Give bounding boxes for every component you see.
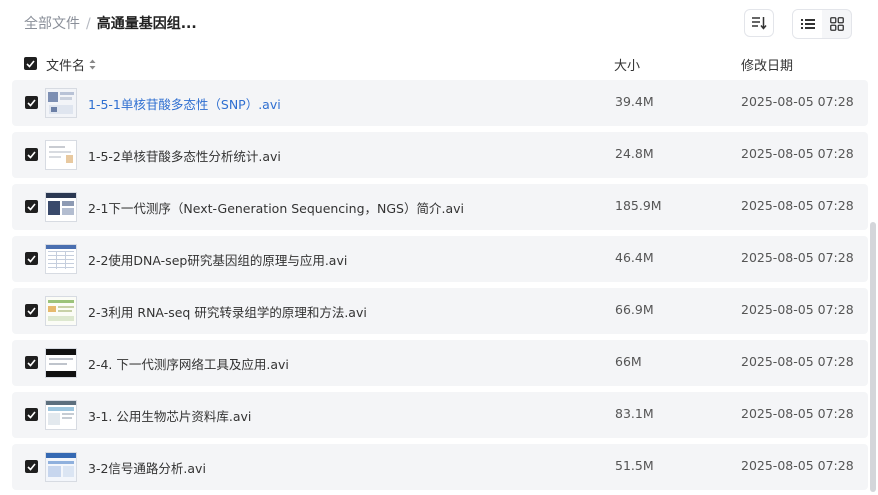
header-bar: 全部文件 / 高通量基因组...: [0, 0, 878, 48]
file-modified-date: 2025-08-05 07:28: [741, 146, 854, 161]
file-modified-date: 2025-08-05 07:28: [741, 250, 854, 265]
video-thumbnail[interactable]: [45, 244, 77, 274]
row-checkbox[interactable]: [25, 96, 38, 109]
file-row[interactable]: 3-2信号通路分析.avi 51.5M 2025-08-05 07:28: [12, 444, 868, 490]
file-row[interactable]: 1-5-1单核苷酸多态性（SNP）.avi 39.4M 2025-08-05 0…: [12, 80, 868, 126]
file-row[interactable]: 2-2使用DNA-sep研究基因组的原理与应用.avi 46.4M 2025-0…: [12, 236, 868, 282]
file-name[interactable]: 3-2信号通路分析.avi: [88, 458, 206, 477]
check-icon: [27, 202, 36, 211]
thumbnail-image: [46, 141, 76, 169]
check-icon: [27, 98, 36, 107]
thumbnail-image: [46, 193, 76, 221]
file-size: 24.8M: [615, 146, 654, 161]
list-view-button[interactable]: [793, 10, 822, 38]
file-size: 66.9M: [615, 302, 654, 317]
column-size-header[interactable]: 大小: [614, 55, 640, 74]
select-all-checkbox[interactable]: [24, 57, 37, 70]
thumbnail-image: [46, 401, 76, 429]
file-modified-date: 2025-08-05 07:28: [741, 302, 854, 317]
file-name[interactable]: 2-4. 下一代测序网络工具及应用.avi: [88, 354, 289, 373]
thumbnail-image: [46, 245, 76, 273]
check-icon: [27, 150, 36, 159]
thumbnail-image: [46, 89, 76, 117]
file-size: 39.4M: [615, 94, 654, 109]
file-size: 185.9M: [615, 198, 662, 213]
scrollbar-thumb[interactable]: [870, 222, 876, 492]
sort-list-icon: [752, 17, 767, 30]
check-icon: [27, 358, 36, 367]
column-header: 文件名 大小 修改日期: [0, 52, 878, 76]
file-size: 46.4M: [615, 250, 654, 265]
file-modified-date: 2025-08-05 07:28: [741, 354, 854, 369]
breadcrumb-current: 高通量基因组...: [96, 16, 197, 32]
row-checkbox[interactable]: [25, 356, 38, 369]
file-name[interactable]: 1-5-1单核苷酸多态性（SNP）.avi: [88, 94, 281, 113]
video-thumbnail[interactable]: [45, 140, 77, 170]
column-name-label: 文件名: [46, 59, 86, 74]
grid-view-button[interactable]: [822, 10, 851, 38]
video-thumbnail[interactable]: [45, 88, 77, 118]
list-view-icon: [800, 19, 815, 29]
thumbnail-image: [46, 349, 76, 377]
row-checkbox[interactable]: [25, 460, 38, 473]
check-icon: [26, 59, 35, 68]
sort-button[interactable]: [744, 9, 774, 37]
file-size: 83.1M: [615, 406, 654, 421]
file-row[interactable]: 2-4. 下一代测序网络工具及应用.avi 66M 2025-08-05 07:…: [12, 340, 868, 386]
file-name[interactable]: 1-5-2单核苷酸多态性分析统计.avi: [88, 146, 281, 165]
file-modified-date: 2025-08-05 07:28: [741, 406, 854, 421]
breadcrumb-root[interactable]: 全部文件: [24, 14, 80, 34]
file-name[interactable]: 2-2使用DNA-sep研究基因组的原理与应用.avi: [88, 250, 347, 269]
video-thumbnail[interactable]: [45, 192, 77, 222]
row-checkbox[interactable]: [25, 408, 38, 421]
file-row[interactable]: 3-1. 公用生物芯片资料库.avi 83.1M 2025-08-05 07:2…: [12, 392, 868, 438]
file-row[interactable]: 1-5-2单核苷酸多态性分析统计.avi 24.8M 2025-08-05 07…: [12, 132, 868, 178]
file-modified-date: 2025-08-05 07:28: [741, 458, 854, 473]
check-icon: [27, 306, 36, 315]
row-checkbox[interactable]: [25, 148, 38, 161]
file-list: 1-5-1单核苷酸多态性（SNP）.avi 39.4M 2025-08-05 0…: [12, 80, 868, 495]
row-checkbox[interactable]: [25, 304, 38, 317]
file-name[interactable]: 2-3利用 RNA-seq 研究转录组学的原理和方法.avi: [88, 302, 367, 321]
file-modified-date: 2025-08-05 07:28: [741, 94, 854, 109]
view-toggle: [792, 9, 852, 39]
column-name-header[interactable]: 文件名: [46, 55, 96, 74]
thumbnail-image: [46, 453, 76, 481]
video-thumbnail[interactable]: [45, 296, 77, 326]
file-row[interactable]: 2-1下一代测序（Next-Generation Sequencing，NGS）…: [12, 184, 868, 230]
thumbnail-image: [46, 297, 76, 325]
file-size: 51.5M: [615, 458, 654, 473]
column-date-header[interactable]: 修改日期: [741, 55, 793, 74]
row-checkbox[interactable]: [25, 252, 38, 265]
breadcrumb-separator: /: [86, 16, 91, 32]
video-thumbnail[interactable]: [45, 400, 77, 430]
sort-toggle-icon: [89, 59, 96, 70]
file-name[interactable]: 3-1. 公用生物芯片资料库.avi: [88, 406, 251, 425]
breadcrumb: 全部文件 / 高通量基因组...: [24, 14, 197, 34]
file-row[interactable]: 2-3利用 RNA-seq 研究转录组学的原理和方法.avi 66.9M 202…: [12, 288, 868, 334]
file-size: 66M: [615, 354, 642, 369]
check-icon: [27, 410, 36, 419]
row-checkbox[interactable]: [25, 200, 38, 213]
check-icon: [27, 254, 36, 263]
check-icon: [27, 462, 36, 471]
video-thumbnail[interactable]: [45, 348, 77, 378]
file-name[interactable]: 2-1下一代测序（Next-Generation Sequencing，NGS）…: [88, 198, 464, 217]
grid-view-icon: [829, 17, 844, 31]
file-browser: 全部文件 / 高通量基因组... 文件名 大小 修改日期 1-5-1单核苷酸多态…: [0, 0, 878, 495]
video-thumbnail[interactable]: [45, 452, 77, 482]
file-modified-date: 2025-08-05 07:28: [741, 198, 854, 213]
